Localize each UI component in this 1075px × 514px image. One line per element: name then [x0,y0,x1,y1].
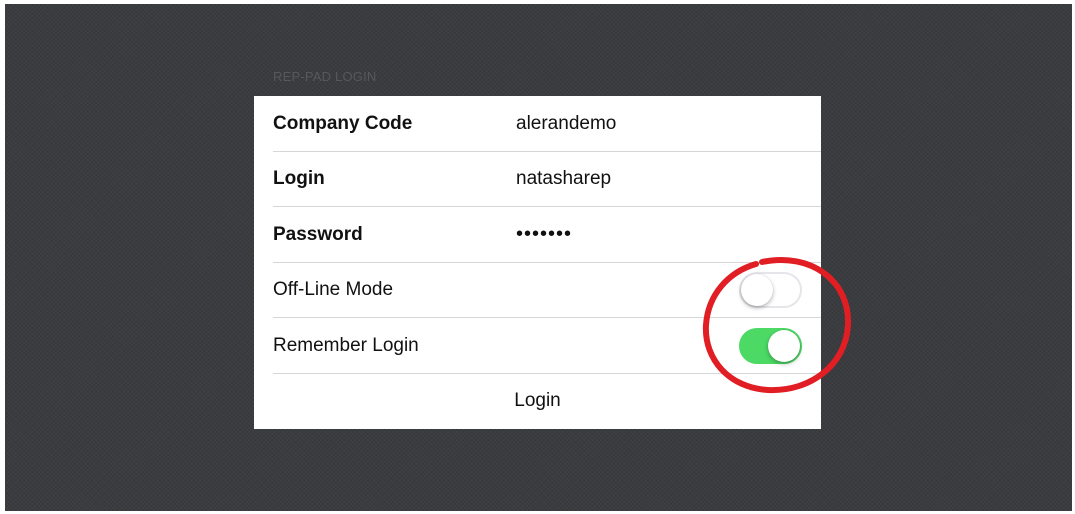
offline-mode-toggle[interactable] [739,272,802,309]
remember-login-label: Remember Login [273,334,419,356]
offline-mode-label: Off-Line Mode [273,279,394,301]
login-row: Login [254,152,821,207]
login-button[interactable]: Login [254,390,821,412]
password-row: Password ••••••• [254,207,821,263]
login-button-row: Login [254,374,821,430]
remember-login-row: Remember Login [254,318,821,374]
password-label: Password [273,223,363,245]
company-code-label: Company Code [273,112,413,134]
company-code-input[interactable] [516,112,776,135]
section-header: REP-PAD LOGIN [273,69,377,84]
remember-login-toggle[interactable] [739,327,802,364]
company-code-row: Company Code [254,96,821,152]
toggle-knob [741,274,773,307]
login-form-panel: Company Code Login Password ••••••• Off-… [254,96,821,429]
toggle-knob [768,329,800,362]
login-label: Login [273,168,325,190]
password-input[interactable]: ••••••• [516,223,776,246]
login-input[interactable] [516,168,776,191]
offline-mode-row: Off-Line Mode [254,263,821,318]
